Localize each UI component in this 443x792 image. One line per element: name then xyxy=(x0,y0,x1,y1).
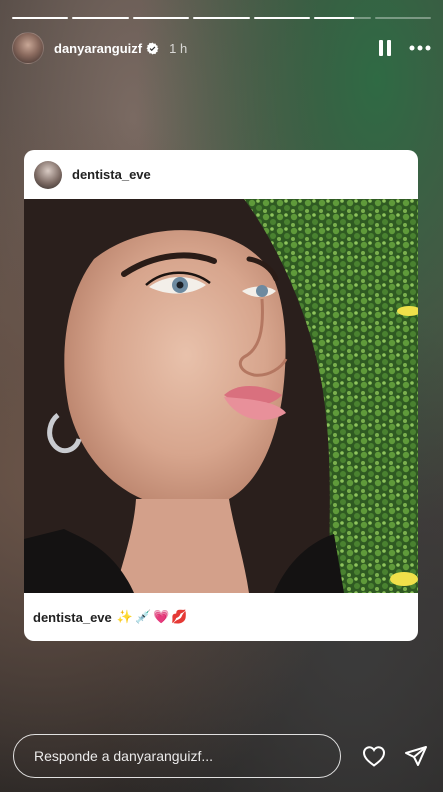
post-author-avatar[interactable] xyxy=(34,160,62,189)
progress-segment xyxy=(132,17,190,19)
send-icon[interactable] xyxy=(404,745,428,767)
shared-post-card[interactable]: dentista_eve dentista_eve ✨💉💗💋 xyxy=(24,150,418,641)
progress-segment xyxy=(193,17,250,19)
avatar[interactable] xyxy=(12,32,44,64)
progress-segment xyxy=(374,17,431,19)
more-icon[interactable] xyxy=(409,45,431,51)
verified-badge-icon xyxy=(146,42,159,54)
progress-segment-fill xyxy=(314,17,354,19)
progress-segment-fill xyxy=(132,17,190,19)
caption-emojis: ✨💉💗💋 xyxy=(116,609,190,624)
story-username[interactable]: danyaranguizf xyxy=(54,41,142,56)
post-caption: dentista_eve ✨💉💗💋 xyxy=(24,593,418,641)
story-header: danyaranguizf 1 h xyxy=(12,32,431,64)
reply-input[interactable] xyxy=(13,734,341,778)
caption-username[interactable]: dentista_eve xyxy=(33,610,112,625)
post-photo[interactable] xyxy=(24,199,418,593)
reply-bar xyxy=(13,734,430,778)
story-progress-bar xyxy=(12,17,431,19)
progress-segment xyxy=(314,17,371,19)
progress-segment xyxy=(12,17,69,19)
heart-icon[interactable] xyxy=(362,745,386,767)
post-photo-illustration xyxy=(24,199,418,593)
progress-segment xyxy=(72,17,129,19)
progress-segment-fill xyxy=(12,17,69,19)
progress-segment xyxy=(253,17,311,19)
progress-segment-fill xyxy=(253,17,311,19)
story-time: 1 h xyxy=(169,40,188,56)
pause-icon[interactable] xyxy=(379,40,391,56)
shared-post-header: dentista_eve xyxy=(24,150,418,199)
post-author-username[interactable]: dentista_eve xyxy=(72,167,151,182)
progress-segment-fill xyxy=(193,17,250,19)
progress-segment-fill xyxy=(72,17,129,19)
